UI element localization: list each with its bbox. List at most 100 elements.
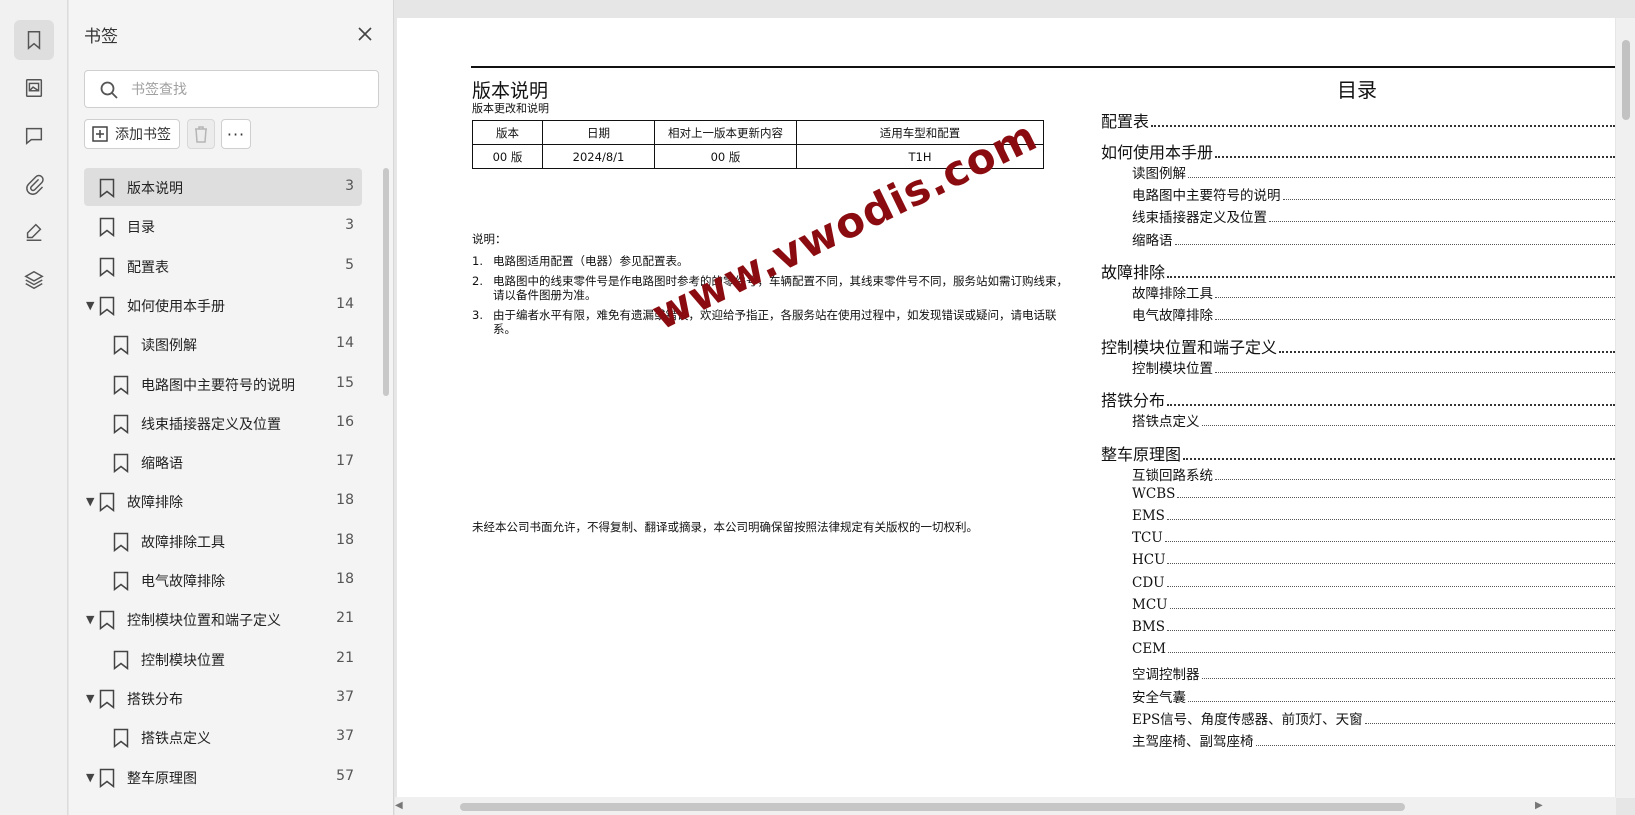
bookmark-item[interactable]: 配置表 5: [84, 247, 362, 285]
add-bookmark-button[interactable]: 添加书签: [84, 119, 180, 149]
bookmark-item[interactable]: ▼ 故障排除 18: [84, 482, 362, 520]
bookmark-icon: [99, 689, 115, 710]
toc-entry[interactable]: 互锁回路系统: [1132, 464, 1615, 484]
bookmark-label: 电路图中主要符号的说明: [141, 378, 295, 394]
bookmark-page-number: 18: [336, 571, 354, 587]
expand-arrow-icon[interactable]: ▼: [86, 495, 94, 508]
bookmark-panel-button[interactable]: [14, 20, 54, 60]
toc-entry[interactable]: 安全气囊: [1132, 686, 1615, 706]
toc-entry-label: EMS: [1132, 508, 1165, 524]
expand-arrow-icon[interactable]: ▼: [86, 692, 94, 705]
toc-entry[interactable]: 电路图中主要符号的说明: [1132, 184, 1615, 204]
note-text: 电路图适用配置（电器）参见配置表。: [493, 254, 689, 268]
toc-leader-dots: [1215, 296, 1615, 298]
more-options-button[interactable]: ···: [221, 119, 251, 149]
close-icon: [358, 27, 372, 41]
bookmark-icon: [99, 610, 115, 631]
attachment-panel-button[interactable]: [14, 164, 54, 204]
bookmark-page-number: 18: [336, 532, 354, 548]
note-text: 由于编者水平有限，难免有遗漏或错误，欢迎给予指正，各服务站在使用过程中，如发现错…: [493, 308, 1057, 336]
toc-entry[interactable]: EMS: [1132, 508, 1615, 524]
layers-panel-button[interactable]: [14, 260, 54, 300]
version-title: 版本说明: [472, 80, 549, 102]
toc-entry[interactable]: BMS: [1132, 619, 1615, 635]
bookmark-item[interactable]: 搭铁点定义 37: [84, 718, 362, 756]
bookmark-icon: [113, 414, 129, 435]
bookmark-page-number: 5: [345, 257, 354, 273]
vertical-scrollbar[interactable]: [1616, 18, 1635, 798]
bookmark-item[interactable]: ▼ 如何使用本手册 14: [84, 286, 362, 324]
toc-entry-label: WCBS: [1132, 485, 1176, 502]
horizontal-scrollbar[interactable]: ◀ ▶: [395, 797, 1616, 815]
bookmark-icon: [113, 532, 129, 553]
toc-leader-dots: [1167, 404, 1615, 407]
toc-entry[interactable]: 主驾座椅、副驾座椅: [1132, 730, 1615, 750]
bookmark-item[interactable]: ▼ 搭铁分布 37: [84, 679, 362, 717]
toc-leader-dots: [1282, 199, 1615, 201]
bookmark-item[interactable]: 故障排除工具 18: [84, 522, 362, 560]
bookmark-item[interactable]: 缩略语 17: [84, 443, 362, 481]
toc-entry[interactable]: 控制模块位置: [1132, 357, 1615, 377]
signature-panel-button[interactable]: [14, 212, 54, 252]
toc-entry[interactable]: 故障排除工具: [1132, 282, 1615, 302]
toc-entry[interactable]: 线束插接器定义及位置: [1132, 206, 1615, 226]
toc-leader-dots: [1215, 156, 1615, 158]
bookmark-item[interactable]: 版本说明 3: [84, 168, 362, 206]
delete-bookmark-button[interactable]: [187, 119, 215, 149]
bookmark-icon: [99, 768, 115, 789]
expand-arrow-icon[interactable]: ▼: [86, 613, 94, 626]
table-cell: 00 版: [472, 144, 543, 169]
expand-arrow-icon[interactable]: ▼: [86, 771, 94, 784]
toc-leader-dots: [1151, 125, 1615, 127]
scroll-left-arrow[interactable]: ◀: [395, 800, 403, 811]
toc-entry[interactable]: 空调控制器: [1132, 663, 1615, 683]
toc-entry[interactable]: TCU: [1132, 530, 1615, 546]
copyright-notice: 未经本公司书面允许，不得复制、翻译或摘录，本公司明确保留按照法律规定有关版权的一…: [472, 520, 978, 534]
bookmark-item[interactable]: 控制模块位置 21: [84, 640, 362, 678]
toc-entry[interactable]: EPS信号、角度传感器、前顶灯、天窗: [1132, 708, 1615, 728]
toc-entry[interactable]: 电气故障排除: [1132, 304, 1615, 324]
vertical-scroll-thumb[interactable]: [1622, 40, 1630, 120]
horizontal-scroll-thumb[interactable]: [460, 803, 1405, 811]
bookmark-icon: [113, 650, 129, 671]
panel-scrollbar[interactable]: [383, 168, 389, 396]
toc-entry[interactable]: CEM: [1132, 641, 1615, 657]
expand-arrow-icon[interactable]: ▼: [86, 299, 94, 312]
bookmark-page-number: 21: [336, 650, 354, 666]
bookmark-search-input[interactable]: [131, 79, 361, 101]
toc-entry-label: 整车原理图: [1101, 444, 1182, 464]
toc-leader-dots: [1269, 221, 1615, 223]
toc-leader-dots: [1188, 177, 1615, 178]
bookmark-item[interactable]: 电气故障排除 18: [84, 561, 362, 599]
toc-entry[interactable]: 如何使用本手册: [1101, 139, 1615, 163]
toc-leader-dots: [1201, 425, 1615, 427]
note-number: 2.: [472, 274, 483, 288]
comment-panel-button[interactable]: [14, 116, 54, 156]
bookmark-item[interactable]: 读图例解 14: [84, 325, 362, 363]
close-panel-button[interactable]: [355, 24, 375, 44]
bookmark-item[interactable]: ▼ 整车原理图 57: [84, 758, 362, 796]
bookmark-item[interactable]: 目录 3: [84, 207, 362, 245]
toc-entry[interactable]: 控制模块位置和端子定义: [1101, 334, 1615, 358]
bookmark-page-number: 16: [336, 414, 354, 430]
bookmark-item[interactable]: 电路图中主要符号的说明 15: [84, 365, 362, 403]
trash-icon: [195, 126, 207, 143]
bookmark-page-number: 37: [336, 689, 354, 705]
bookmark-page-number: 14: [336, 335, 354, 351]
toc-entry[interactable]: 搭铁点定义: [1132, 410, 1615, 430]
bookmark-item[interactable]: ▼ 控制模块位置和端子定义 21: [84, 600, 362, 638]
toc-entry[interactable]: 整车原理图: [1101, 441, 1615, 465]
toc-entry[interactable]: HCU: [1132, 552, 1615, 568]
bookmark-item[interactable]: 线束插接器定义及位置 16: [84, 404, 362, 442]
toc-entry[interactable]: 搭铁分布: [1101, 387, 1615, 411]
toc-entry[interactable]: WCBS: [1132, 486, 1615, 502]
toc-entry[interactable]: 缩略语: [1132, 229, 1615, 249]
toc-entry[interactable]: 读图例解: [1132, 162, 1615, 182]
toc-entry[interactable]: CDU: [1132, 575, 1615, 591]
toc-entry[interactable]: MCU: [1132, 597, 1615, 613]
scroll-right-arrow[interactable]: ▶: [1535, 800, 1543, 811]
toc-entry[interactable]: 故障排除: [1101, 259, 1615, 283]
toc-entry[interactable]: 配置表: [1101, 108, 1615, 132]
thumbnail-panel-button[interactable]: [14, 68, 54, 108]
toc-leader-dots: [1167, 275, 1615, 278]
